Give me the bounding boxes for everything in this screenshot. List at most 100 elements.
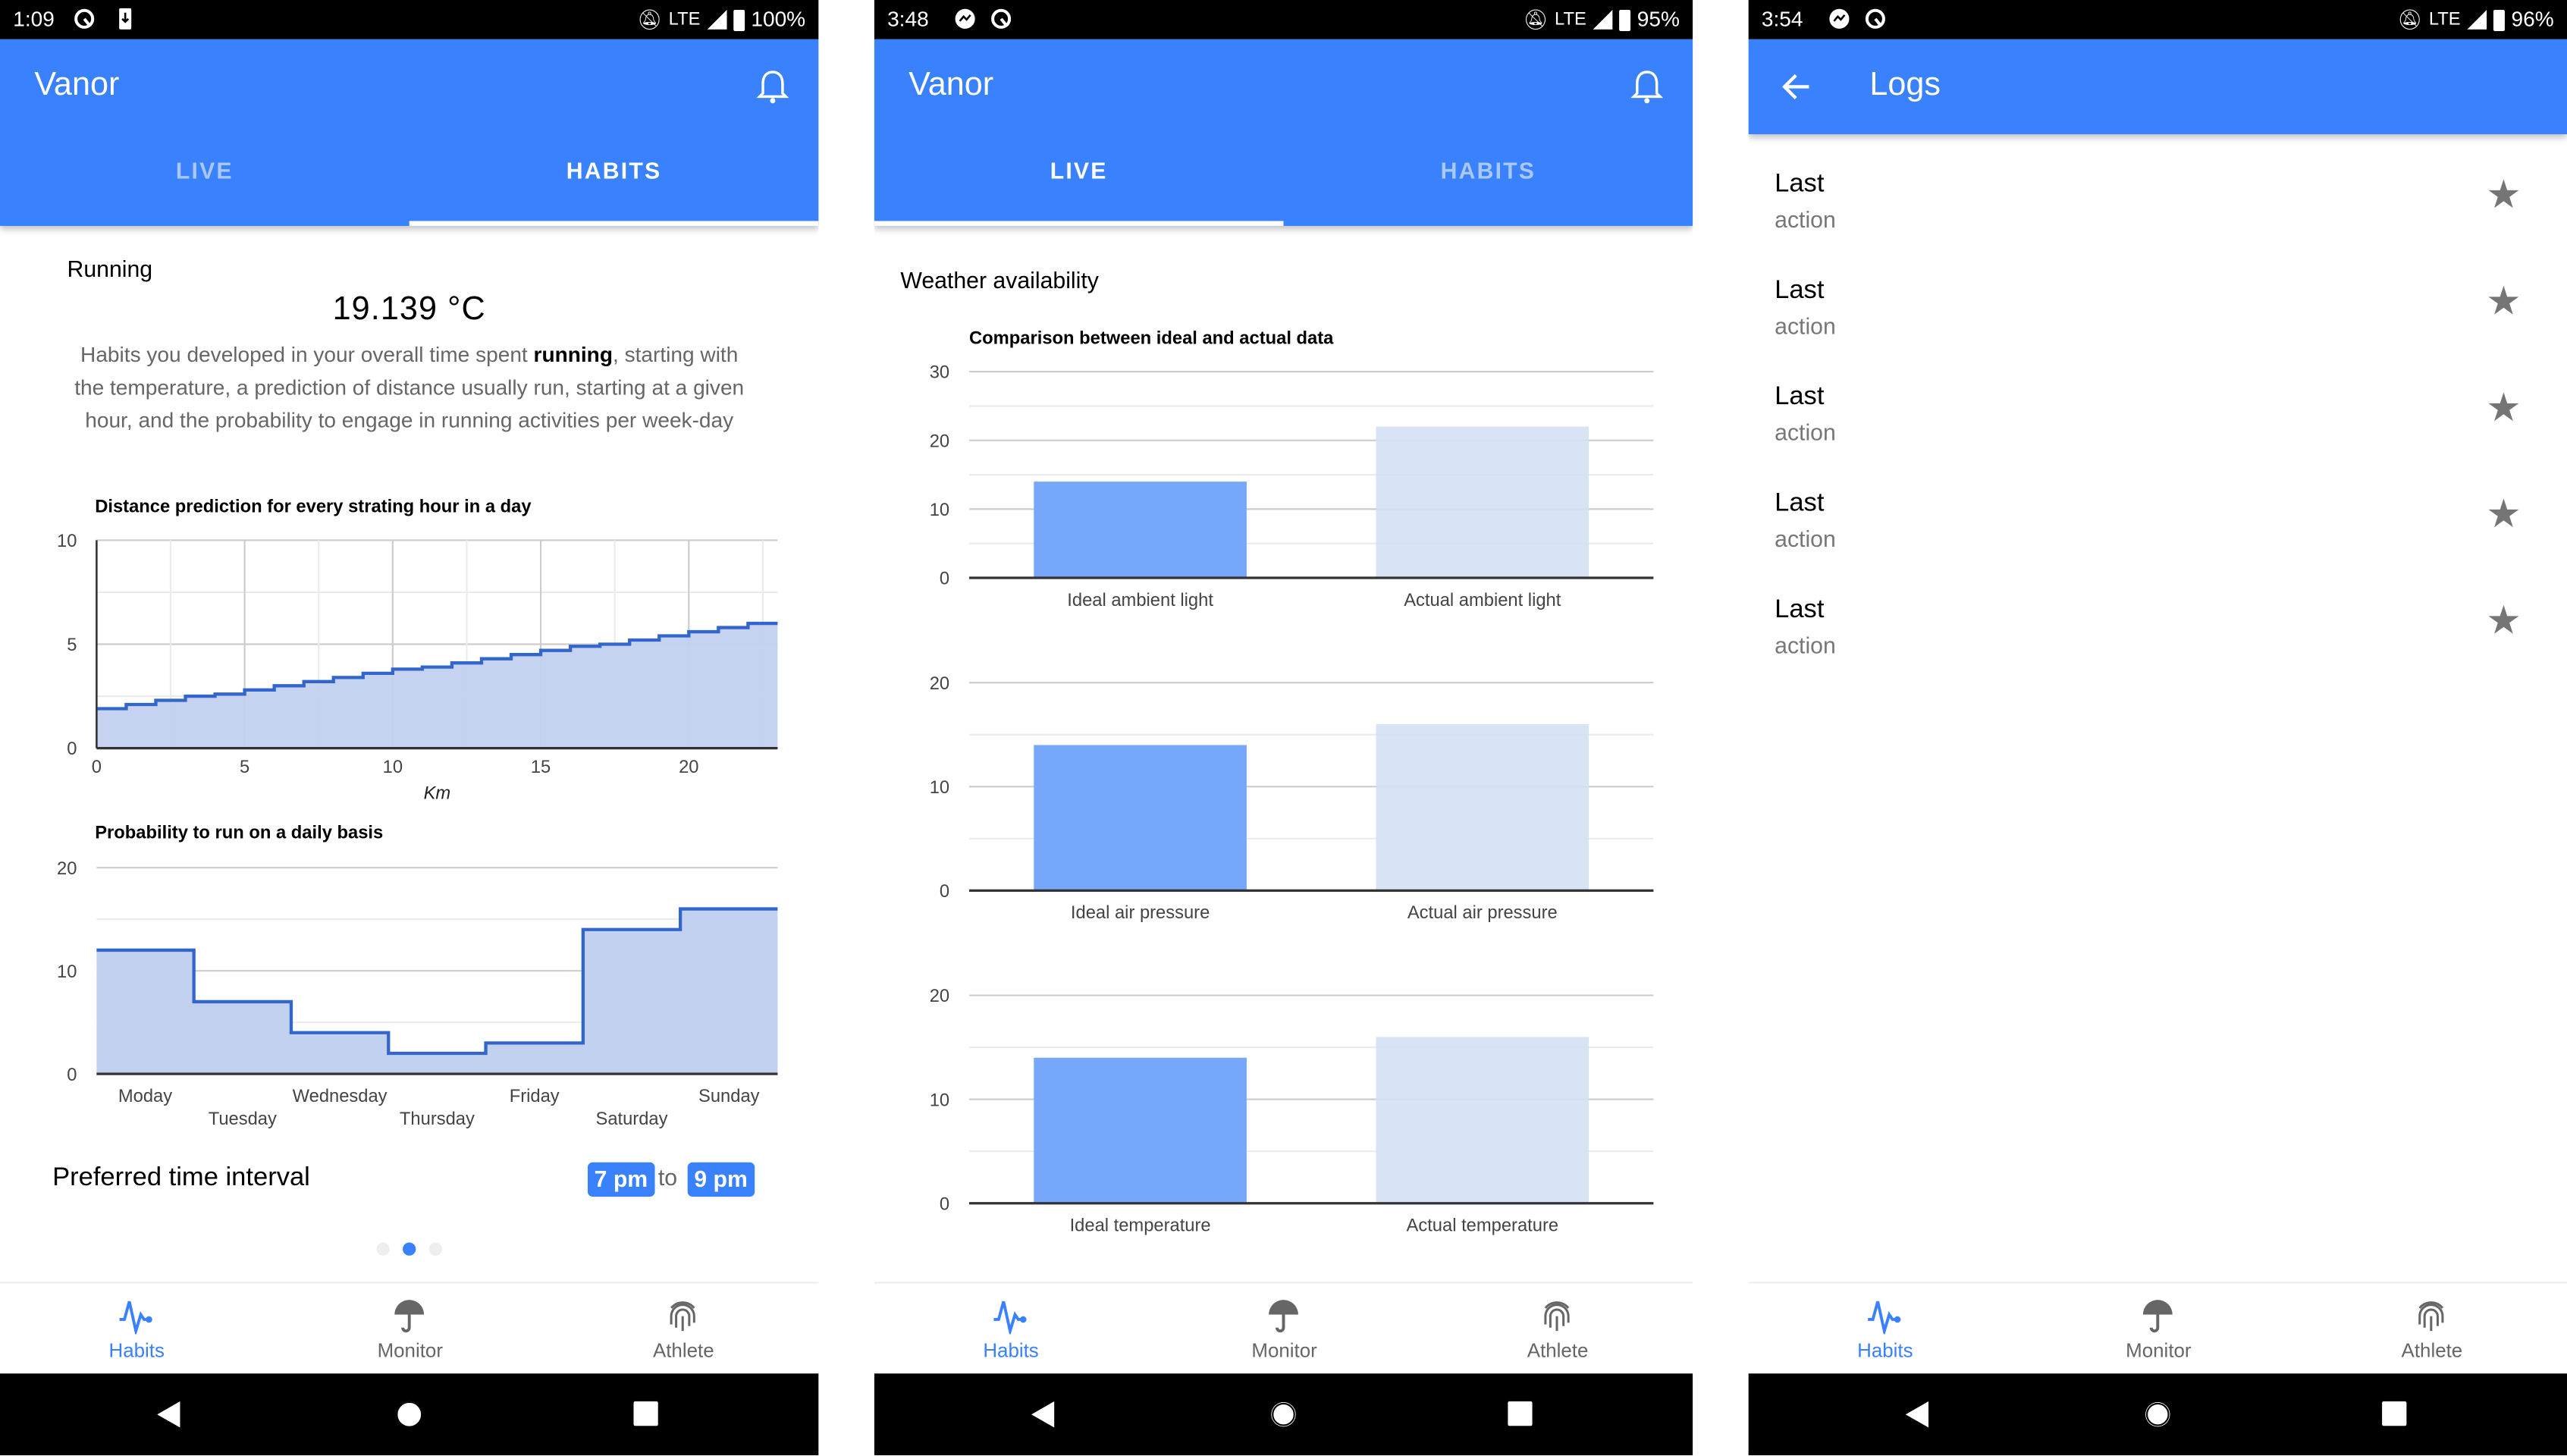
system-nav-bar [1748,1373,2567,1456]
x-category-label: Sunday [698,1087,760,1106]
messenger-icon [1829,8,1850,29]
mute-icon: 🔕︎ [2397,7,2423,30]
home-nav-icon[interactable] [1269,1400,1298,1429]
back-nav-icon[interactable] [1905,1401,1929,1428]
network-type: LTE [2428,8,2461,29]
x-category-label: Ideal temperature [1070,1216,1211,1235]
x-category-label: Tuesday [209,1109,277,1129]
home-nav-icon[interactable] [2143,1400,2173,1429]
pager-dot[interactable] [428,1242,442,1256]
live-screen: 3:48 🔕︎ LTE 95% Vanor LIVE HABITS Weathe… [874,0,1693,1456]
log-subtitle: action [1775,312,1836,339]
back-nav-icon[interactable] [157,1401,180,1428]
x-category-label: Wednesday [293,1087,388,1106]
log-subtitle: action [1775,525,1836,552]
fingerprint-icon [670,1301,695,1332]
nav-athlete[interactable]: Athlete [547,1283,818,1375]
log-item[interactable]: Last action ★ [1775,383,2544,482]
star-icon[interactable]: ★ [2486,491,2521,539]
log-item[interactable]: Last action ★ [1775,489,2544,588]
app-bar: Logs [1748,39,2567,135]
pager-dot-active[interactable] [403,1242,416,1256]
status-time: 3:54 [1761,6,1803,32]
back-arrow-icon[interactable] [1781,72,1811,102]
time-from-chip[interactable]: 7 pm [588,1162,654,1197]
nav-label: Athlete [652,1338,714,1363]
bottom-nav: Habits Monitor Athlete [1748,1282,2567,1375]
nav-label: Habits [108,1338,165,1363]
nav-label: Monitor [2126,1338,2192,1363]
nav-label: Habits [1857,1338,1913,1363]
nav-label: Monitor [377,1338,443,1363]
bottom-nav: Habits Monitor Athlete [0,1282,819,1375]
signal-icon [2467,8,2487,29]
actual-bar [1376,1037,1589,1203]
temperature-chart: 0 10 20 Ideal temperature Actual temperature [930,987,1654,1235]
nav-habits[interactable]: Habits [0,1283,274,1375]
y-tick-label: 20 [930,987,949,1006]
fingerprint-icon [2418,1301,2444,1332]
log-title: Last [1775,383,1825,411]
recents-nav-icon[interactable] [633,1401,658,1426]
star-icon[interactable]: ★ [2486,384,2521,432]
recents-nav-icon[interactable] [1508,1401,1533,1426]
x-category-label: Thursday [400,1109,475,1129]
probability-chart: 0 10 20 Moday Tuesday Wednesday Thursday Friday… [57,859,778,1129]
nav-monitor[interactable]: Monitor [274,1283,548,1375]
system-nav-bar [0,1373,819,1456]
y-tick-label: 10 [57,962,77,982]
star-icon[interactable]: ★ [2486,172,2521,220]
x-category-label: Actual temperature [1407,1216,1559,1235]
heartbeat-icon [1868,1301,1901,1335]
y-tick-label: 0 [67,1065,77,1085]
umbrella-icon [1269,1300,1298,1333]
habits-screen: 1:09 🔕︎ LTE 100% Vanor LIVE HABITS Runni… [0,0,819,1456]
area-fill [96,908,778,1075]
nav-label: Habits [983,1338,1039,1363]
time-to-word: to [657,1163,678,1191]
log-item[interactable]: Last action ★ [1775,277,2544,375]
battery-icon [2493,8,2505,30]
log-title: Last [1775,595,1825,624]
log-title: Last [1775,489,1825,518]
ideal-bar [1034,1057,1247,1203]
umbrella-icon [2142,1300,2173,1333]
time-to-chip[interactable]: 9 pm [687,1162,755,1197]
x-category-label: Moday [118,1087,172,1106]
nav-monitor[interactable]: Monitor [2022,1283,2296,1375]
star-icon[interactable]: ★ [2486,278,2521,326]
back-nav-icon[interactable] [1031,1401,1055,1428]
heartbeat-icon [119,1301,152,1335]
y-tick-label: 0 [940,1194,949,1214]
x-category-label: Friday [510,1087,560,1106]
y-tick-label: 20 [57,859,77,879]
nav-habits[interactable]: Habits [874,1283,1148,1375]
logs-screen: 3:54 🔕︎ LTE 96% Logs Last action ★ Last act… [1748,0,2567,1456]
nav-monitor[interactable]: Monitor [1147,1283,1421,1375]
log-subtitle: action [1775,206,1836,233]
bottom-nav: Habits Monitor Athlete [874,1282,1693,1375]
log-item[interactable]: Last action ★ [1775,171,2544,269]
log-title: Last [1775,170,1825,199]
star-icon[interactable]: ★ [2486,598,2521,645]
home-nav-icon[interactable] [394,1400,424,1429]
app-title: Logs [1869,67,1941,104]
preferred-time-label: Preferred time interval [52,1163,310,1192]
heartbeat-icon [993,1301,1027,1335]
app-notification-icon [1865,8,1885,29]
log-subtitle: action [1775,632,1836,658]
log-item[interactable]: Last action ★ [1775,596,2544,695]
recents-nav-icon[interactable] [2382,1401,2407,1426]
status-bar: 3:54 🔕︎ LTE 96% [1748,0,2567,39]
nav-label: Athlete [1527,1338,1589,1363]
nav-habits[interactable]: Habits [1749,1283,2023,1375]
system-nav-bar [874,1373,1693,1456]
status-right: 🔕︎ LTE 96% [2397,7,2553,31]
nav-athlete[interactable]: Athlete [2296,1283,2567,1375]
pager-dot[interactable] [376,1242,390,1256]
x-category-label: Saturday [595,1109,667,1129]
nav-label: Athlete [2401,1338,2463,1363]
y-tick-label: 10 [930,1090,949,1110]
nav-athlete[interactable]: Athlete [1421,1283,1693,1375]
nav-label: Monitor [1251,1338,1317,1363]
